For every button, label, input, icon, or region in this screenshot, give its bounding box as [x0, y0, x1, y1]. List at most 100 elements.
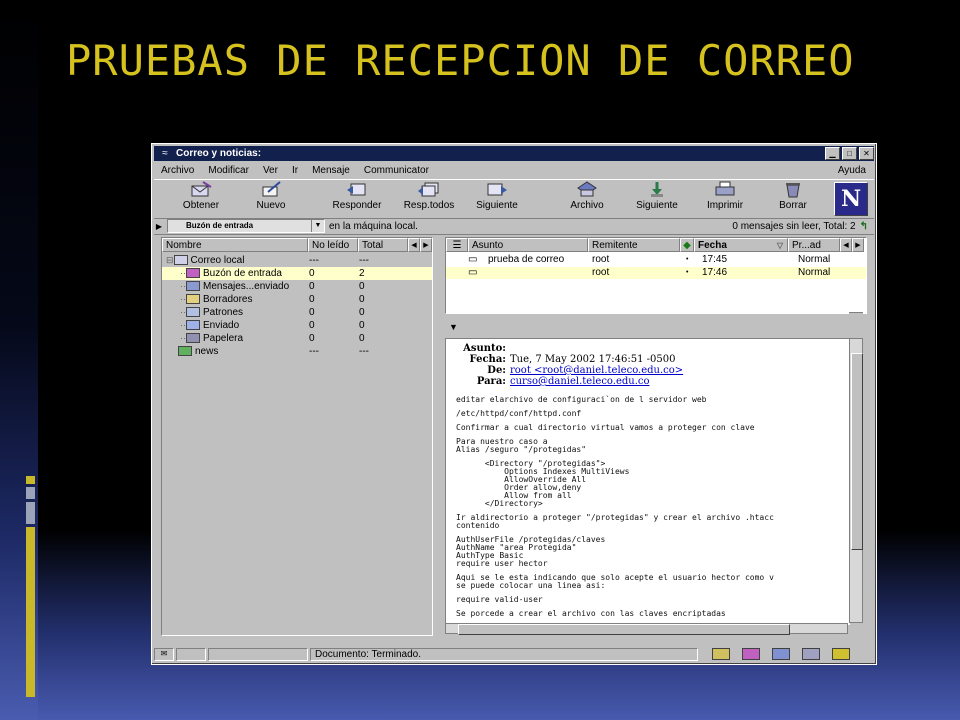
chevron-down-icon[interactable]: ▼ [311, 220, 324, 232]
col-header-sender[interactable]: Remitente [588, 238, 680, 252]
message-row[interactable]: ▭ root • 17:46 Normal [446, 267, 866, 279]
scroll-left-button[interactable]: ◀ [408, 238, 420, 252]
menu-mensaje[interactable]: Mensaje [305, 165, 357, 176]
delete-button[interactable]: Borrar [762, 181, 824, 217]
window-menu-icon[interactable]: ≈ [154, 148, 176, 159]
reply-button[interactable]: Responder [326, 181, 388, 217]
vertical-scrollbar[interactable] [849, 338, 863, 623]
folder-item[interactable]: ⊟ Correo local --- --- [162, 254, 432, 267]
computer-icon [173, 255, 188, 266]
collapse-triangle-icon[interactable]: ▼ [449, 322, 458, 332]
forward-button[interactable]: Siguiente [466, 181, 528, 217]
scroll-thumb[interactable] [851, 353, 863, 550]
folder-item[interactable]: ·· Mensajes...enviado 0 0 [162, 280, 432, 293]
col-header-subject[interactable]: Asunto [468, 238, 588, 252]
folder-item[interactable]: ·· Borradores 0 0 [162, 293, 432, 306]
scroll-left-button[interactable]: ◀ [840, 238, 852, 252]
read-dot-icon[interactable]: • [686, 267, 688, 279]
col-header-date[interactable]: Fecha ▽ [694, 238, 788, 252]
scroll-thumb[interactable] [458, 624, 790, 635]
message-body-line: require user hector [456, 559, 548, 568]
reply-icon [347, 183, 366, 196]
menu-archivo[interactable]: Archivo [154, 165, 201, 176]
message-row[interactable]: ▭ prueba de correo root • 17:45 Normal [446, 254, 866, 266]
print-button[interactable]: Imprimir [694, 181, 756, 217]
folder-item[interactable]: ·· Buzón de entrada 0 2 [162, 267, 432, 280]
status-progress-bar [208, 647, 308, 661]
message-body-line: editar elarchivo de configuraci`on de l … [456, 395, 707, 404]
folder-select[interactable]: Buzón de entrada ▼ [167, 219, 325, 233]
folder-pane: Nombre No leído Total ◀ ▶ ⊟ Correo local … [161, 237, 433, 636]
get-mail-icon [191, 181, 212, 197]
envelope-icon: ▭ [468, 267, 478, 278]
to-link[interactable]: curso@daniel.teleco.edu.co [510, 376, 650, 387]
new-msg-icon [262, 181, 281, 197]
netscape-logo[interactable]: N [834, 182, 868, 216]
window-titlebar[interactable]: ≈ Correo y noticias: ▁ □ ✕ [154, 146, 874, 161]
expand-arrow-icon[interactable]: ▶ [154, 222, 164, 231]
message-list: ☰ Asunto Remitente ◆ Fecha ▽ Pr...ad ◀ ▶ … [445, 237, 867, 314]
pane-splitter[interactable] [849, 312, 863, 321]
horizontal-scrollbar[interactable] [445, 623, 848, 635]
file-button[interactable]: Archivo [556, 181, 618, 217]
reply-all-icon [418, 182, 439, 197]
slide-side-markers [26, 476, 35, 700]
folder-item[interactable]: ·· Papelera 0 0 [162, 332, 432, 345]
menu-communicator[interactable]: Communicator [357, 165, 436, 176]
up-folder-icon[interactable]: ↰ [860, 221, 868, 232]
col-header-unread[interactable]: No leído [308, 238, 358, 252]
news-icon [178, 346, 192, 357]
col-header-priority[interactable]: Pr...ad [788, 238, 840, 252]
security-icon[interactable]: ✉ [154, 647, 174, 661]
read-dot-icon[interactable]: • [686, 254, 688, 266]
composer-icon[interactable] [832, 648, 850, 660]
scroll-right-button[interactable]: ▶ [852, 238, 864, 252]
status-text: Documento: Terminado. [310, 647, 698, 661]
message-view: Asunto: Fecha: Tue, 7 May 2002 17:46:51 … [445, 338, 850, 625]
folder-item[interactable]: ·· Patrones 0 0 [162, 306, 432, 319]
message-body-line: require valid-user [456, 595, 543, 604]
menu-ir[interactable]: Ir [285, 165, 305, 176]
forward-icon [487, 183, 507, 196]
minimize-button[interactable]: ▁ [825, 147, 840, 160]
sent-icon [186, 320, 200, 331]
get-mail-button[interactable]: Obtener [170, 181, 232, 217]
folder-item[interactable]: news --- --- [162, 345, 432, 358]
file-icon [577, 181, 597, 197]
menubar: Archivo Modificar Ver Ir Mensaje Communi… [154, 162, 874, 178]
header-to: Para: curso@daniel.teleco.edu.co [476, 376, 650, 387]
status-progress [176, 647, 206, 661]
thread-column-icon[interactable]: ☰ [446, 238, 468, 252]
address-book-icon[interactable] [802, 648, 820, 660]
col-header-name[interactable]: Nombre [162, 238, 308, 252]
next-icon [651, 182, 663, 197]
next-button[interactable]: Siguiente [626, 181, 688, 217]
reply-all-button[interactable]: Resp.todos [398, 181, 460, 217]
envelope-icon: ▭ [468, 254, 478, 265]
folder-item[interactable]: ·· Enviado 0 0 [162, 319, 432, 332]
new-message-button[interactable]: Nuevo [240, 181, 302, 217]
scroll-right-button[interactable]: ▶ [420, 238, 432, 252]
menu-ver[interactable]: Ver [256, 165, 285, 176]
mail-icon[interactable] [742, 648, 760, 660]
navigator-icon[interactable] [712, 648, 730, 660]
message-body-line: contenido [456, 521, 500, 530]
window-title: Correo y noticias: [176, 148, 262, 159]
from-link[interactable]: root <root@daniel.teleco.edu.co> [510, 365, 683, 376]
menu-ayuda[interactable]: Ayuda [831, 165, 874, 176]
newsgroups-icon[interactable] [772, 648, 790, 660]
read-column-icon[interactable]: ◆ [680, 238, 694, 252]
message-body-line: Ir aldirectorio a proteger "/protegidas"… [456, 513, 774, 522]
col-header-total[interactable]: Total [358, 238, 408, 252]
message-body-line: </Directory> [456, 499, 543, 508]
trash-icon [186, 333, 200, 344]
close-button[interactable]: ✕ [859, 147, 874, 160]
drafts-icon [186, 294, 200, 305]
location-bar: ▶ Buzón de entrada ▼ en la máquina local… [154, 218, 874, 235]
status-bar: ✉ Documento: Terminado. [154, 646, 874, 662]
collapse-icon[interactable]: ⊟ [166, 255, 174, 265]
maximize-button[interactable]: □ [842, 147, 857, 160]
message-body-line: /etc/httpd/conf/httpd.conf [456, 409, 582, 418]
message-body-line: se puede colocar una linea asi: [456, 581, 606, 590]
menu-modificar[interactable]: Modificar [201, 165, 256, 176]
